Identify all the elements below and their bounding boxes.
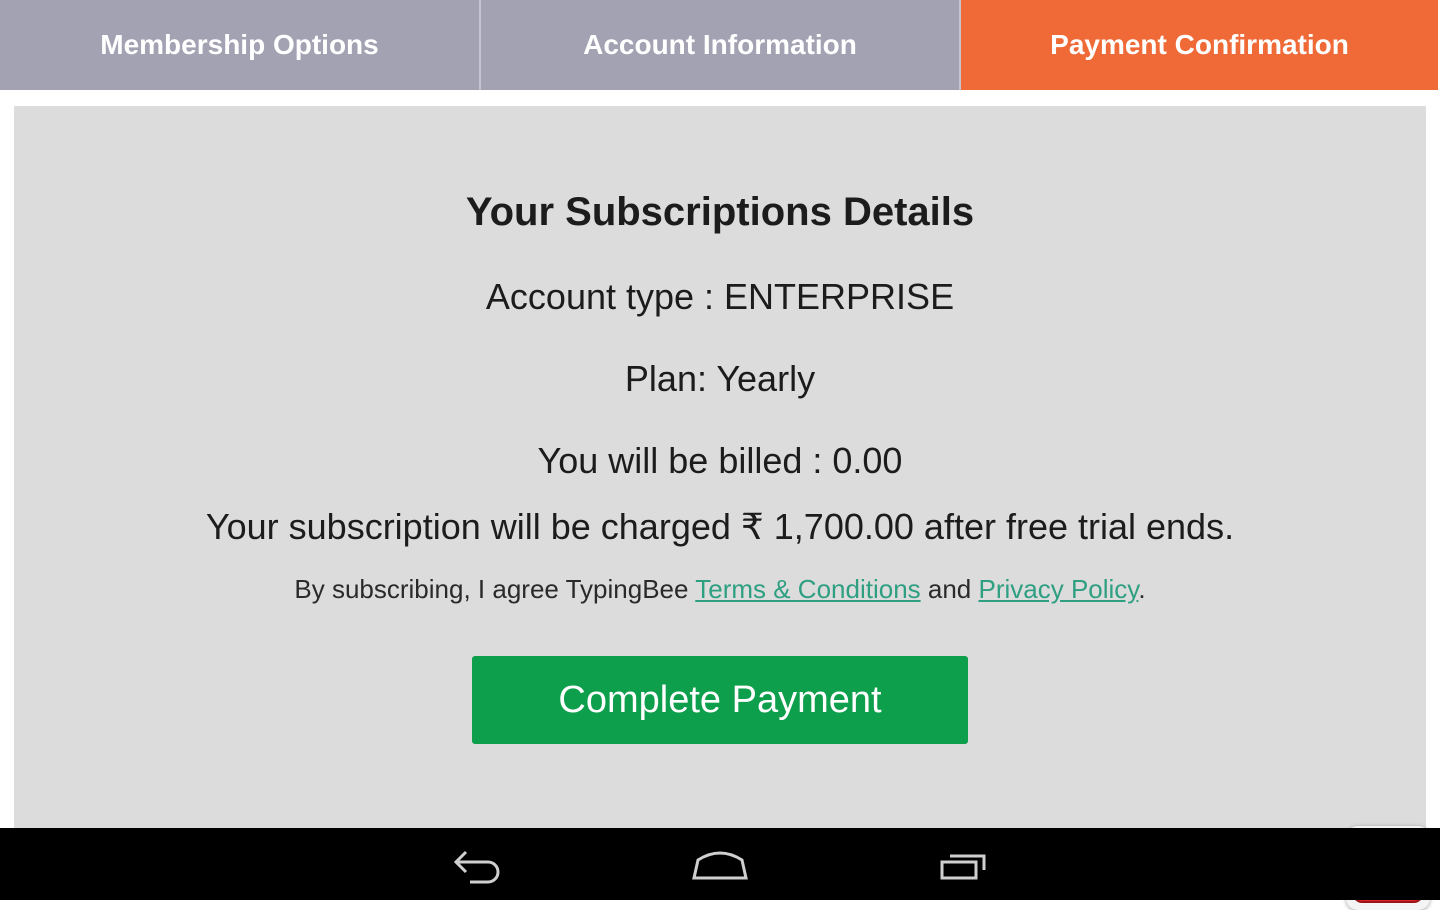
home-icon[interactable]	[690, 842, 750, 886]
plan-text: Plan: Yearly	[624, 358, 816, 399]
agreement-suffix: .	[1138, 574, 1146, 604]
charge-notice-text: Your subscription will be charged ₹ 1,70…	[205, 506, 1235, 547]
terms-conditions-link[interactable]: Terms & Conditions	[695, 574, 920, 604]
complete-payment-button[interactable]: Complete Payment	[472, 656, 968, 744]
tab-payment-confirmation[interactable]: Payment Confirmation	[959, 0, 1438, 90]
agreement-and: and	[920, 574, 979, 604]
subscription-details-panel: Your Subscriptions Details Account type …	[14, 106, 1430, 910]
account-type-text: Account type : ENTERPRISE	[485, 276, 955, 317]
back-icon[interactable]	[450, 842, 506, 886]
agreement-text: By subscribing, I agree TypingBee Terms …	[14, 574, 1426, 605]
page-title: Your Subscriptions Details	[465, 190, 975, 234]
tab-membership-options[interactable]: Membership Options	[0, 0, 479, 90]
tab-account-information[interactable]: Account Information	[479, 0, 959, 90]
step-tabs: Membership Options Account Information P…	[0, 0, 1440, 90]
privacy-policy-link[interactable]: Privacy Policy	[978, 574, 1138, 604]
agreement-prefix: By subscribing, I agree TypingBee	[294, 574, 696, 604]
billed-amount-text: You will be billed : 0.00	[537, 440, 903, 481]
recent-apps-icon[interactable]	[936, 842, 996, 886]
system-navigation-bar	[0, 828, 1440, 900]
